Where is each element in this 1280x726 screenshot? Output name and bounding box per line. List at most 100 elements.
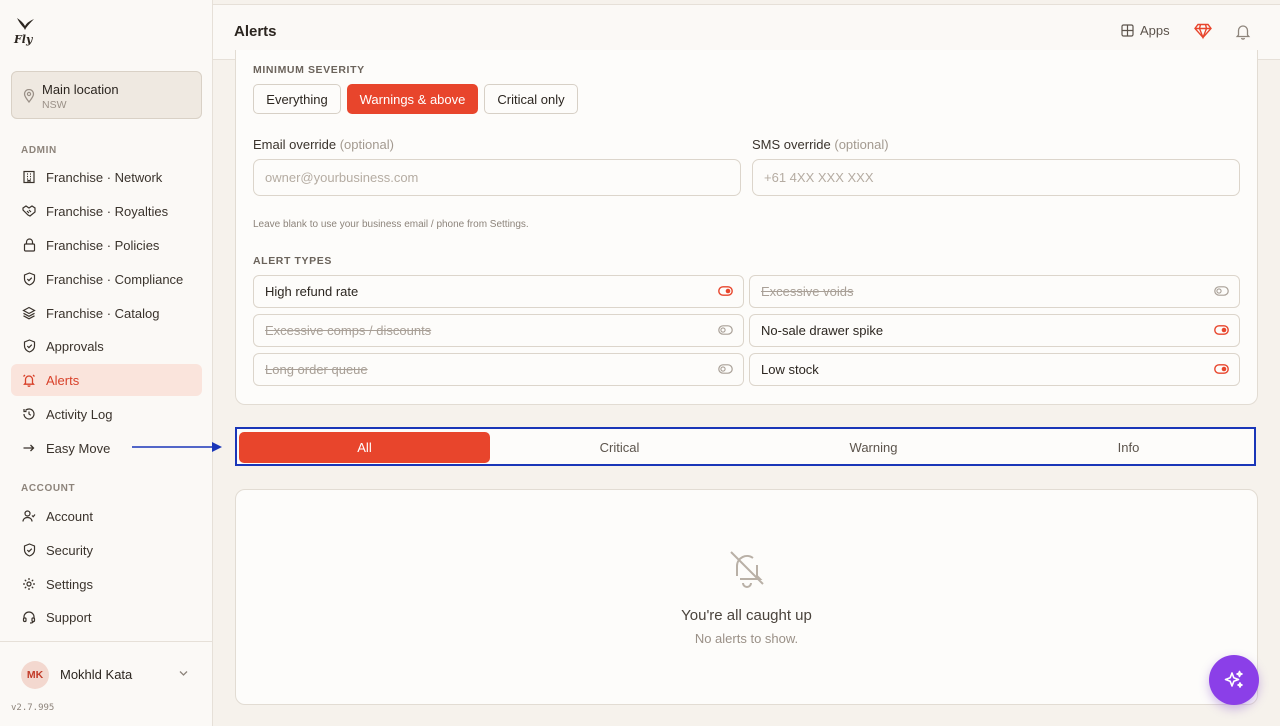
admin-section-label: ADMIN [21, 145, 57, 156]
alert-type-low-stock[interactable]: Low stock [749, 353, 1240, 386]
sidebar-item-label: Activity Log [46, 406, 113, 422]
sidebar-item-label: Easy Move [46, 440, 111, 456]
fly-logo[interactable]: Fly [13, 16, 37, 46]
severity-filter-tabs: All Critical Warning Info [235, 427, 1256, 466]
sms-override-label: SMS override (optional) [752, 137, 889, 152]
alert-type-high-refund-rate[interactable]: High refund rate [253, 275, 744, 308]
location-switcher[interactable]: Main location NSW [11, 71, 202, 119]
user-icon [21, 508, 37, 524]
sidebar: Fly Main location NSW ADMIN Franchise · … [0, 0, 213, 726]
annotation-arrow-icon [132, 441, 224, 453]
account-section-label: ACCOUNT [21, 483, 76, 494]
app-version: v2.7.995 [11, 703, 55, 713]
tab-warning[interactable]: Warning [748, 432, 999, 463]
sidebar-item-label: Alerts [46, 372, 80, 388]
alert-type-label: Excessive comps / discounts [265, 323, 432, 338]
tab-all[interactable]: All [239, 432, 490, 463]
apps-label: Apps [1140, 23, 1170, 38]
sidebar-item-franchise-catalog[interactable]: Franchise · Catalog [11, 297, 202, 329]
sidebar-item-label: Approvals [46, 338, 104, 354]
severity-warnings-button[interactable]: Warnings & above [347, 84, 478, 114]
severity-critical-button[interactable]: Critical only [484, 84, 578, 114]
headset-icon [21, 609, 37, 625]
shield-icon [21, 542, 37, 558]
toggle-on-icon[interactable] [718, 286, 733, 296]
apps-button[interactable]: Apps [1121, 23, 1170, 38]
toggle-off-icon[interactable] [718, 364, 733, 374]
alert-type-label: No-sale drawer spike [761, 323, 884, 338]
alert-type-label: Low stock [761, 362, 819, 377]
ai-assistant-button[interactable] [1209, 655, 1259, 705]
handshake-icon [21, 203, 37, 219]
shield-check-icon [21, 338, 37, 354]
user-menu[interactable]: MK Mokhld Kata [0, 641, 212, 705]
email-override-input[interactable] [253, 159, 741, 196]
sidebar-item-label: Settings [46, 576, 93, 592]
sms-override-label-text: SMS override [752, 137, 831, 152]
avatar: MK [21, 661, 49, 689]
sidebar-item-label: Franchise · Policies [46, 237, 160, 253]
toggle-on-icon[interactable] [1214, 325, 1229, 335]
building-icon [21, 169, 37, 185]
gear-icon [21, 576, 37, 592]
email-override-label-text: Email override [253, 137, 337, 152]
layers-icon [21, 305, 37, 321]
toggle-off-icon[interactable] [718, 325, 733, 335]
bell-off-icon [726, 547, 768, 589]
grid-icon [1121, 24, 1140, 37]
alerts-list-card: You're all caught up No alerts to show. [235, 489, 1258, 705]
sidebar-item-activity-log[interactable]: Activity Log [11, 398, 202, 430]
email-optional-text: (optional) [339, 137, 394, 152]
minimum-severity-label: MINIMUM SEVERITY [253, 64, 365, 76]
sidebar-item-label: Account [46, 508, 93, 524]
sidebar-item-franchise-royalties[interactable]: Franchise · Royalties [11, 195, 202, 227]
alert-type-excessive-comps[interactable]: Excessive comps / discounts [253, 314, 744, 347]
sms-override-input[interactable] [752, 159, 1240, 196]
page-title: Alerts [234, 23, 277, 40]
sms-optional-text: (optional) [834, 137, 889, 152]
tab-critical[interactable]: Critical [494, 432, 745, 463]
alert-type-excessive-voids[interactable]: Excessive voids [749, 275, 1240, 308]
sidebar-item-account[interactable]: Account [11, 500, 202, 532]
gem-icon [1194, 22, 1212, 40]
tab-info[interactable]: Info [1003, 432, 1254, 463]
alert-type-label: Excessive voids [761, 284, 854, 299]
location-region: NSW [42, 99, 67, 111]
sidebar-item-label: Security [46, 542, 93, 558]
sidebar-item-label: Franchise · Catalog [46, 305, 160, 321]
map-pin-icon [23, 89, 35, 103]
toggle-off-icon[interactable] [1214, 286, 1229, 296]
arrow-right-icon [21, 440, 37, 456]
severity-everything-button[interactable]: Everything [253, 84, 341, 114]
sidebar-item-label: Support [46, 609, 92, 625]
user-name: Mokhld Kata [60, 667, 133, 682]
notifications-button[interactable] [1234, 22, 1252, 40]
location-name: Main location [42, 82, 119, 97]
sparkles-icon [1223, 669, 1245, 691]
upgrade-gem-button[interactable] [1194, 22, 1212, 40]
sidebar-item-security[interactable]: Security [11, 534, 202, 566]
sidebar-item-label: Franchise · Network [46, 169, 163, 185]
sidebar-item-support[interactable]: Support [11, 601, 202, 633]
sidebar-item-alerts[interactable]: Alerts [11, 364, 202, 396]
toggle-on-icon[interactable] [1214, 364, 1229, 374]
alert-type-label: Long order queue [265, 362, 368, 377]
sidebar-item-franchise-policies[interactable]: Franchise · Policies [11, 229, 202, 261]
empty-state-title: You're all caught up [681, 607, 812, 624]
override-hint: Leave blank to use your business email /… [253, 219, 529, 230]
shield-check-icon [21, 271, 37, 287]
sidebar-item-settings[interactable]: Settings [11, 568, 202, 600]
empty-state-subtitle: No alerts to show. [694, 631, 799, 646]
lock-icon [21, 237, 37, 253]
sidebar-item-franchise-compliance[interactable]: Franchise · Compliance [11, 263, 202, 295]
alert-type-label: High refund rate [265, 284, 359, 299]
sidebar-item-label: Franchise · Compliance [46, 271, 184, 287]
alert-type-no-sale-drawer-spike[interactable]: No-sale drawer spike [749, 314, 1240, 347]
history-icon [21, 406, 37, 422]
bell-icon [21, 372, 37, 388]
sidebar-item-approvals[interactable]: Approvals [11, 330, 202, 362]
sidebar-item-label: Franchise · Royalties [46, 203, 169, 219]
logo-text: Fly [13, 33, 34, 46]
sidebar-item-franchise-network[interactable]: Franchise · Network [11, 161, 202, 193]
alert-type-long-order-queue[interactable]: Long order queue [253, 353, 744, 386]
